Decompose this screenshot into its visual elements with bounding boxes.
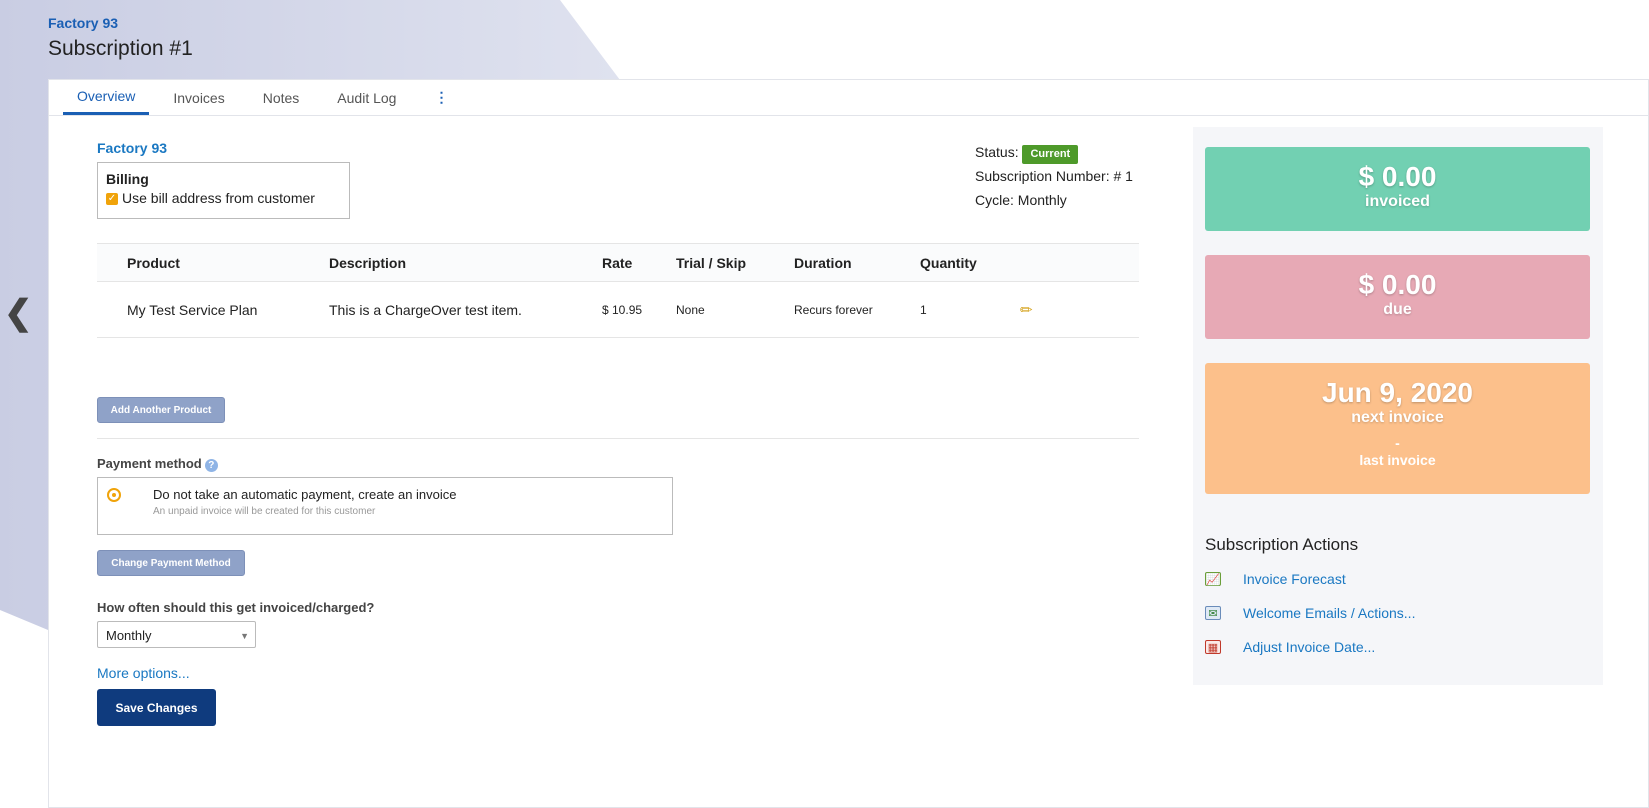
back-arrow-icon[interactable]: ❮ [4, 296, 33, 330]
radio-selected-icon[interactable] [107, 488, 121, 502]
next-invoice-card: Jun 9, 2020 next invoice - last invoice [1205, 363, 1590, 494]
help-icon[interactable]: ? [204, 459, 218, 472]
email-icon: ✉ [1205, 606, 1221, 620]
table-header-row: Product Description Rate Trial / Skip Du… [97, 243, 1139, 282]
next-invoice-date: Jun 9, 2020 [1322, 377, 1473, 408]
status-badge: Current [1022, 145, 1079, 164]
chart-icon: 📈 [1205, 572, 1221, 586]
invoiced-card: $ 0.00 invoiced [1205, 147, 1590, 231]
billing-checkbox-row[interactable]: ✓ Use bill address from customer [106, 190, 341, 206]
due-card: $ 0.00 due [1205, 255, 1590, 339]
cell-duration: Recurs forever [794, 281, 920, 338]
invoiced-amount: $ 0.00 [1358, 161, 1437, 192]
subscription-number: Subscription Number: # 1 [975, 168, 1133, 184]
tab-bar: Overview Invoices Notes Audit Log ⋮ [49, 80, 1648, 116]
action-welcome-emails[interactable]: ✉ Welcome Emails / Actions... [1205, 605, 1415, 621]
calendar-icon: ▦ [1205, 640, 1221, 654]
frequency-select[interactable]: Monthly ▼ [97, 621, 256, 648]
billing-box: Billing ✓ Use bill address from customer [97, 162, 350, 219]
tab-overview[interactable]: Overview [63, 80, 150, 115]
payment-option-subtitle: An unpaid invoice will be created for th… [153, 506, 376, 517]
last-invoice-label: last invoice [1359, 452, 1436, 468]
due-label: due [1383, 301, 1412, 318]
products-table: Product Description Rate Trial / Skip Du… [97, 243, 1139, 338]
frequency-selected: Monthly [106, 628, 152, 643]
payment-method-text: Payment method [97, 456, 202, 471]
page-title: Subscription #1 [48, 37, 193, 60]
frequency-label: How often should this get invoiced/charg… [97, 600, 375, 615]
more-tabs-icon[interactable]: ⋮ [420, 80, 462, 115]
cell-trial: None [676, 281, 794, 338]
table-row: My Test Service Plan This is a ChargeOve… [97, 281, 1139, 338]
action-label[interactable]: Adjust Invoice Date... [1243, 639, 1375, 655]
next-invoice-label: next invoice [1351, 409, 1444, 426]
action-label[interactable]: Welcome Emails / Actions... [1243, 605, 1415, 621]
cell-product: My Test Service Plan [127, 281, 329, 338]
subscription-card: Overview Invoices Notes Audit Log ⋮ Fact… [48, 79, 1649, 808]
tab-invoices[interactable]: Invoices [159, 80, 238, 115]
edit-pencil-icon[interactable]: ✏ [1020, 302, 1033, 319]
tab-notes[interactable]: Notes [249, 80, 314, 115]
col-header-trial: Trial / Skip [676, 243, 794, 282]
action-invoice-forecast[interactable]: 📈 Invoice Forecast [1205, 571, 1346, 587]
tab-audit-log[interactable]: Audit Log [323, 80, 410, 115]
actions-title: Subscription Actions [1205, 535, 1359, 554]
section-divider [97, 438, 1139, 439]
page-header: Factory 93 Subscription #1 [48, 15, 193, 61]
checkbox-checked-icon[interactable]: ✓ [106, 193, 118, 206]
summary-panel: $ 0.00 invoiced $ 0.00 due Jun 9, 2020 n… [1193, 127, 1603, 685]
cell-quantity: 1 [920, 281, 1020, 338]
breadcrumb[interactable]: Factory 93 [48, 15, 193, 31]
save-button[interactable]: Save Changes [97, 689, 216, 726]
payment-option-box[interactable]: Do not take an automatic payment, create… [97, 477, 673, 535]
status-label: Status: [975, 144, 1019, 160]
last-invoice-value: - [1395, 435, 1400, 451]
billing-checkbox-label: Use bill address from customer [122, 190, 315, 206]
chevron-down-icon: ▼ [240, 631, 249, 641]
col-header-rate: Rate [602, 243, 676, 282]
invoiced-label: invoiced [1365, 193, 1430, 210]
action-adjust-date[interactable]: ▦ Adjust Invoice Date... [1205, 639, 1375, 655]
billing-title: Billing [106, 171, 149, 187]
action-label[interactable]: Invoice Forecast [1243, 571, 1346, 587]
cycle-text: Cycle: Monthly [975, 192, 1067, 208]
due-amount: $ 0.00 [1358, 269, 1437, 300]
change-payment-button[interactable]: Change Payment Method [97, 550, 245, 576]
more-options-link[interactable]: More options... [97, 665, 190, 681]
add-product-button[interactable]: Add Another Product [97, 397, 225, 423]
col-header-duration: Duration [794, 243, 920, 282]
payment-method-label: Payment method? [97, 456, 218, 472]
col-header-product: Product [127, 243, 329, 282]
col-header-description: Description [329, 243, 602, 282]
cell-description: This is a ChargeOver test item. [329, 281, 602, 338]
status-block: Status: Current Subscription Number: # 1… [975, 140, 1133, 212]
payment-option-title: Do not take an automatic payment, create… [153, 487, 457, 502]
col-header-quantity: Quantity [920, 243, 1020, 282]
cell-rate: $ 10.95 [602, 281, 676, 338]
